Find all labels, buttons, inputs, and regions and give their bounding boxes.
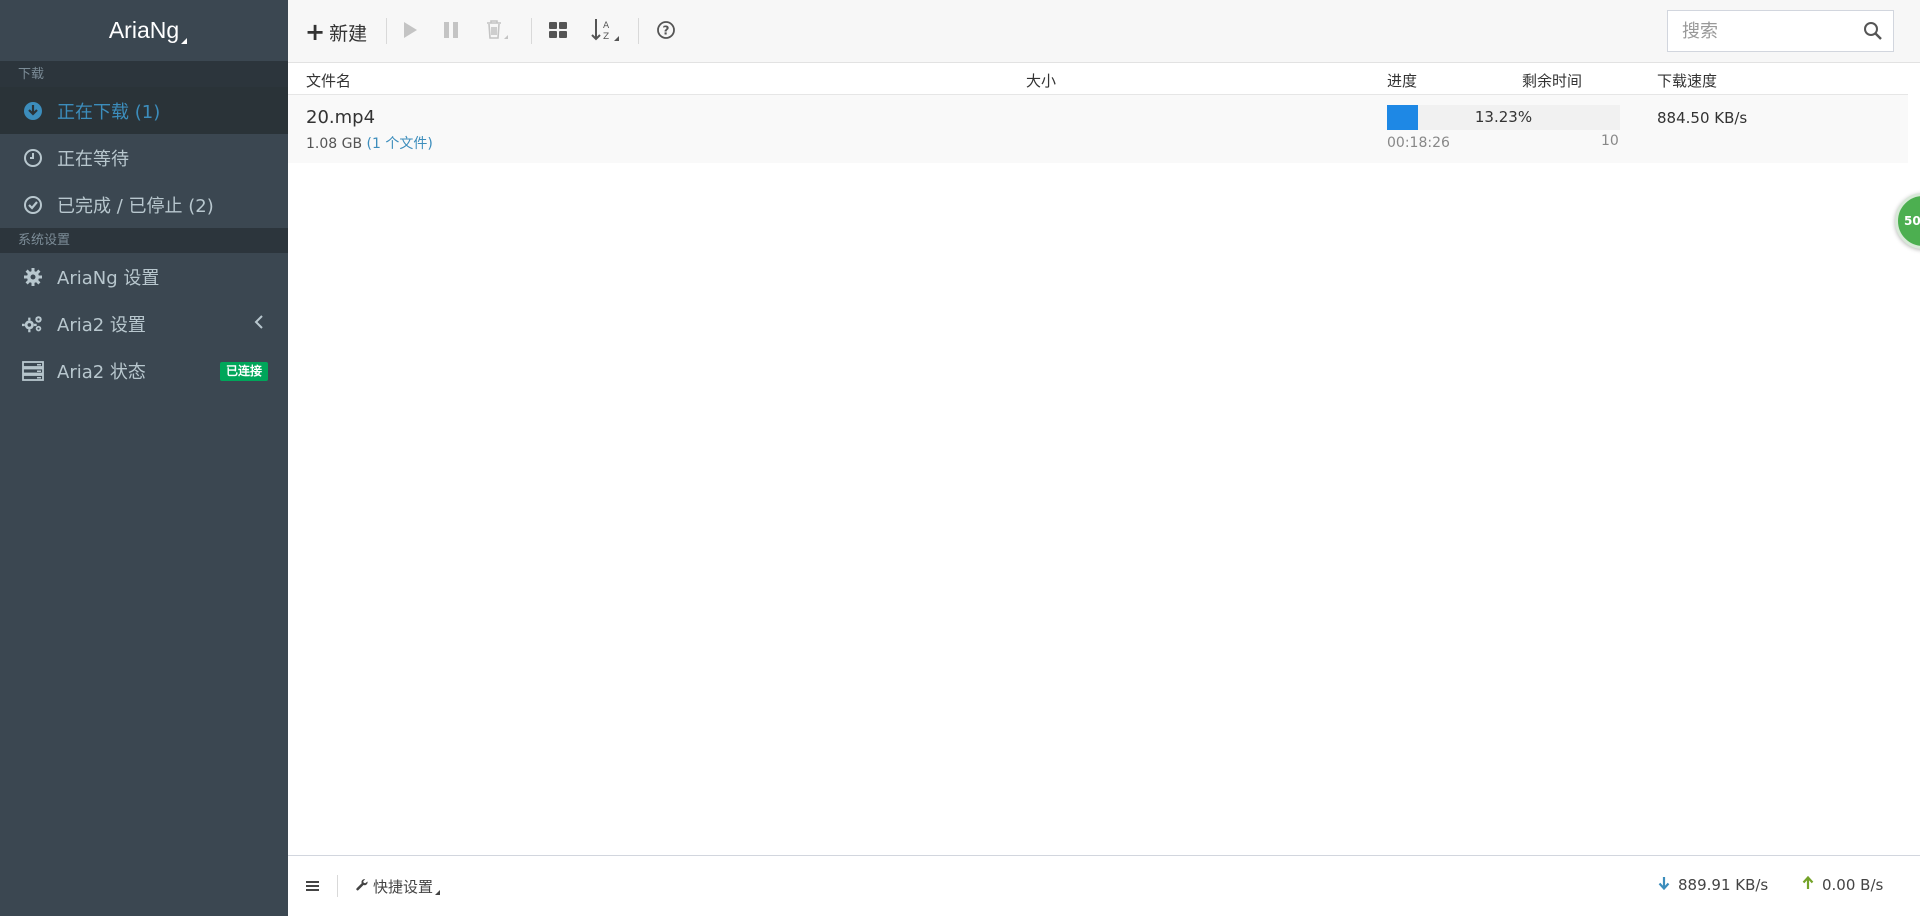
task-name[interactable]: 20.mp4 [306, 107, 375, 128]
gear-icon [22, 266, 44, 288]
footer-divider [337, 875, 338, 897]
section-header-download: 下载 [0, 62, 288, 87]
progress-bar: 13.23% [1387, 105, 1620, 130]
task-table-header: 文件名 大小 进度 剩余时间 下载速度 [288, 64, 1908, 95]
sidebar-item-aria2-status[interactable]: Aria2 状态 已连接 [0, 347, 288, 394]
new-task-label: 新建 [329, 22, 368, 45]
sidebar-item-ariang-settings[interactable]: AriaNg 设置 [0, 253, 288, 300]
sort-button[interactable]: AZ [591, 18, 621, 46]
sidebar: AriaNg 下载 正在下载 (1) 正在等待 已完成 / 已停止 (2) 系统… [0, 0, 288, 916]
grid-icon [548, 21, 568, 43]
start-button[interactable] [402, 18, 418, 46]
clock-icon [22, 147, 44, 169]
sidebar-item-label: 正在下载 (1) [57, 101, 161, 123]
sidebar-item-label: 正在等待 [57, 148, 129, 170]
toolbar-divider [531, 18, 532, 44]
pause-icon [443, 21, 459, 43]
delete-button[interactable] [485, 18, 511, 46]
task-connections: 10 [1601, 133, 1619, 149]
brand-logo[interactable]: AriaNg [0, 0, 288, 62]
floating-speed-ball[interactable]: 50 [1895, 193, 1920, 249]
sidebar-item-label: Aria2 设置 [57, 314, 146, 336]
progress-percent: 13.23% [1474, 108, 1533, 126]
sidebar-item-downloading[interactable]: 正在下载 (1) [0, 87, 288, 134]
svg-text:A: A [603, 21, 610, 31]
sidebar-item-label: 已完成 / 已停止 (2) [57, 195, 214, 217]
sidebar-item-label: AriaNg 设置 [57, 267, 160, 289]
arrow-down-icon [1658, 876, 1670, 894]
sidebar-item-completed[interactable]: 已完成 / 已停止 (2) [0, 181, 288, 228]
task-size: 1.08 GB [306, 136, 363, 152]
quick-settings-caret-icon [435, 890, 441, 895]
task-remaining-time: 00:18:26 [1387, 135, 1450, 151]
play-icon [402, 21, 418, 43]
sidebar-item-waiting[interactable]: 正在等待 [0, 134, 288, 181]
download-circle-icon [22, 100, 44, 122]
brand-caret-icon [181, 38, 187, 44]
check-circle-icon [22, 194, 44, 216]
menu-toggle-icon[interactable] [305, 878, 321, 897]
toolbar-divider [386, 18, 387, 44]
brand-title: AriaNg [108, 17, 180, 43]
pause-button[interactable] [443, 18, 459, 46]
sidebar-item-aria2-settings[interactable]: Aria2 设置 [0, 300, 288, 347]
display-mode-button[interactable] [548, 18, 568, 46]
wrench-icon [355, 878, 369, 896]
header-remaining[interactable]: 剩余时间 [1522, 70, 1582, 91]
header-name[interactable]: 文件名 [306, 70, 351, 91]
question-circle-icon: ? [656, 20, 676, 44]
search-icon[interactable] [1863, 21, 1883, 45]
download-speed-value: 889.91 KB/s [1678, 876, 1769, 894]
help-button[interactable]: ? [656, 18, 676, 46]
plus-icon: + [305, 18, 326, 46]
task-size-info: 1.08 GB (1 个文件) [306, 133, 433, 153]
svg-text:Z: Z [603, 32, 609, 42]
server-icon [22, 360, 44, 382]
toolbar-divider [638, 18, 639, 44]
sort-alpha-icon: AZ [591, 17, 621, 47]
arrow-up-icon [1802, 875, 1814, 894]
header-size[interactable]: 大小 [1026, 70, 1056, 91]
toolbar: + 新建 AZ ? [288, 0, 1920, 63]
chevron-left-icon[interactable] [253, 314, 265, 335]
global-upload-speed: 0.00 B/s [1802, 875, 1884, 894]
global-download-speed: 889.91 KB/s [1658, 876, 1768, 894]
upload-speed-value: 0.00 B/s [1822, 876, 1884, 894]
footer: 快捷设置 889.91 KB/s 0.00 B/s [288, 855, 1920, 916]
task-speed: 884.50 KB/s [1657, 109, 1748, 127]
gears-icon [22, 313, 44, 335]
new-task-button[interactable]: + 新建 [305, 18, 367, 46]
quick-settings-label: 快捷设置 [373, 878, 434, 896]
sidebar-item-label: Aria2 状态 [57, 361, 146, 383]
status-badge: 已连接 [220, 362, 269, 381]
svg-text:?: ? [663, 24, 670, 38]
search-input[interactable] [1668, 11, 1853, 51]
quick-settings-button[interactable]: 快捷设置 [355, 876, 441, 897]
section-header-settings: 系统设置 [0, 228, 288, 253]
header-speed[interactable]: 下载速度 [1657, 70, 1717, 91]
floating-speed-label: 50 [1904, 214, 1920, 228]
task-files-link[interactable]: (1 个文件) [367, 136, 433, 152]
task-row[interactable]: 20.mp4 1.08 GB (1 个文件) 13.23% 00:18:26 1… [288, 95, 1908, 163]
trash-icon [485, 19, 511, 45]
header-progress[interactable]: 进度 [1387, 70, 1417, 91]
search-box [1667, 10, 1894, 52]
